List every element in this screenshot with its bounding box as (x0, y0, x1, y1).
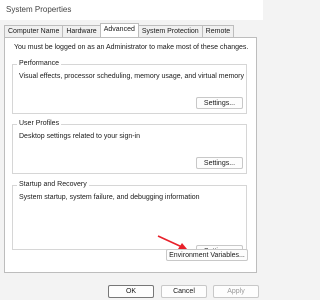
red-arrow-annotation (157, 235, 187, 249)
apply-button[interactable]: Apply (213, 285, 259, 298)
ok-button[interactable]: OK (108, 285, 154, 298)
tab-advanced[interactable]: Advanced (99, 23, 139, 37)
cancel-button[interactable]: Cancel (161, 285, 207, 298)
